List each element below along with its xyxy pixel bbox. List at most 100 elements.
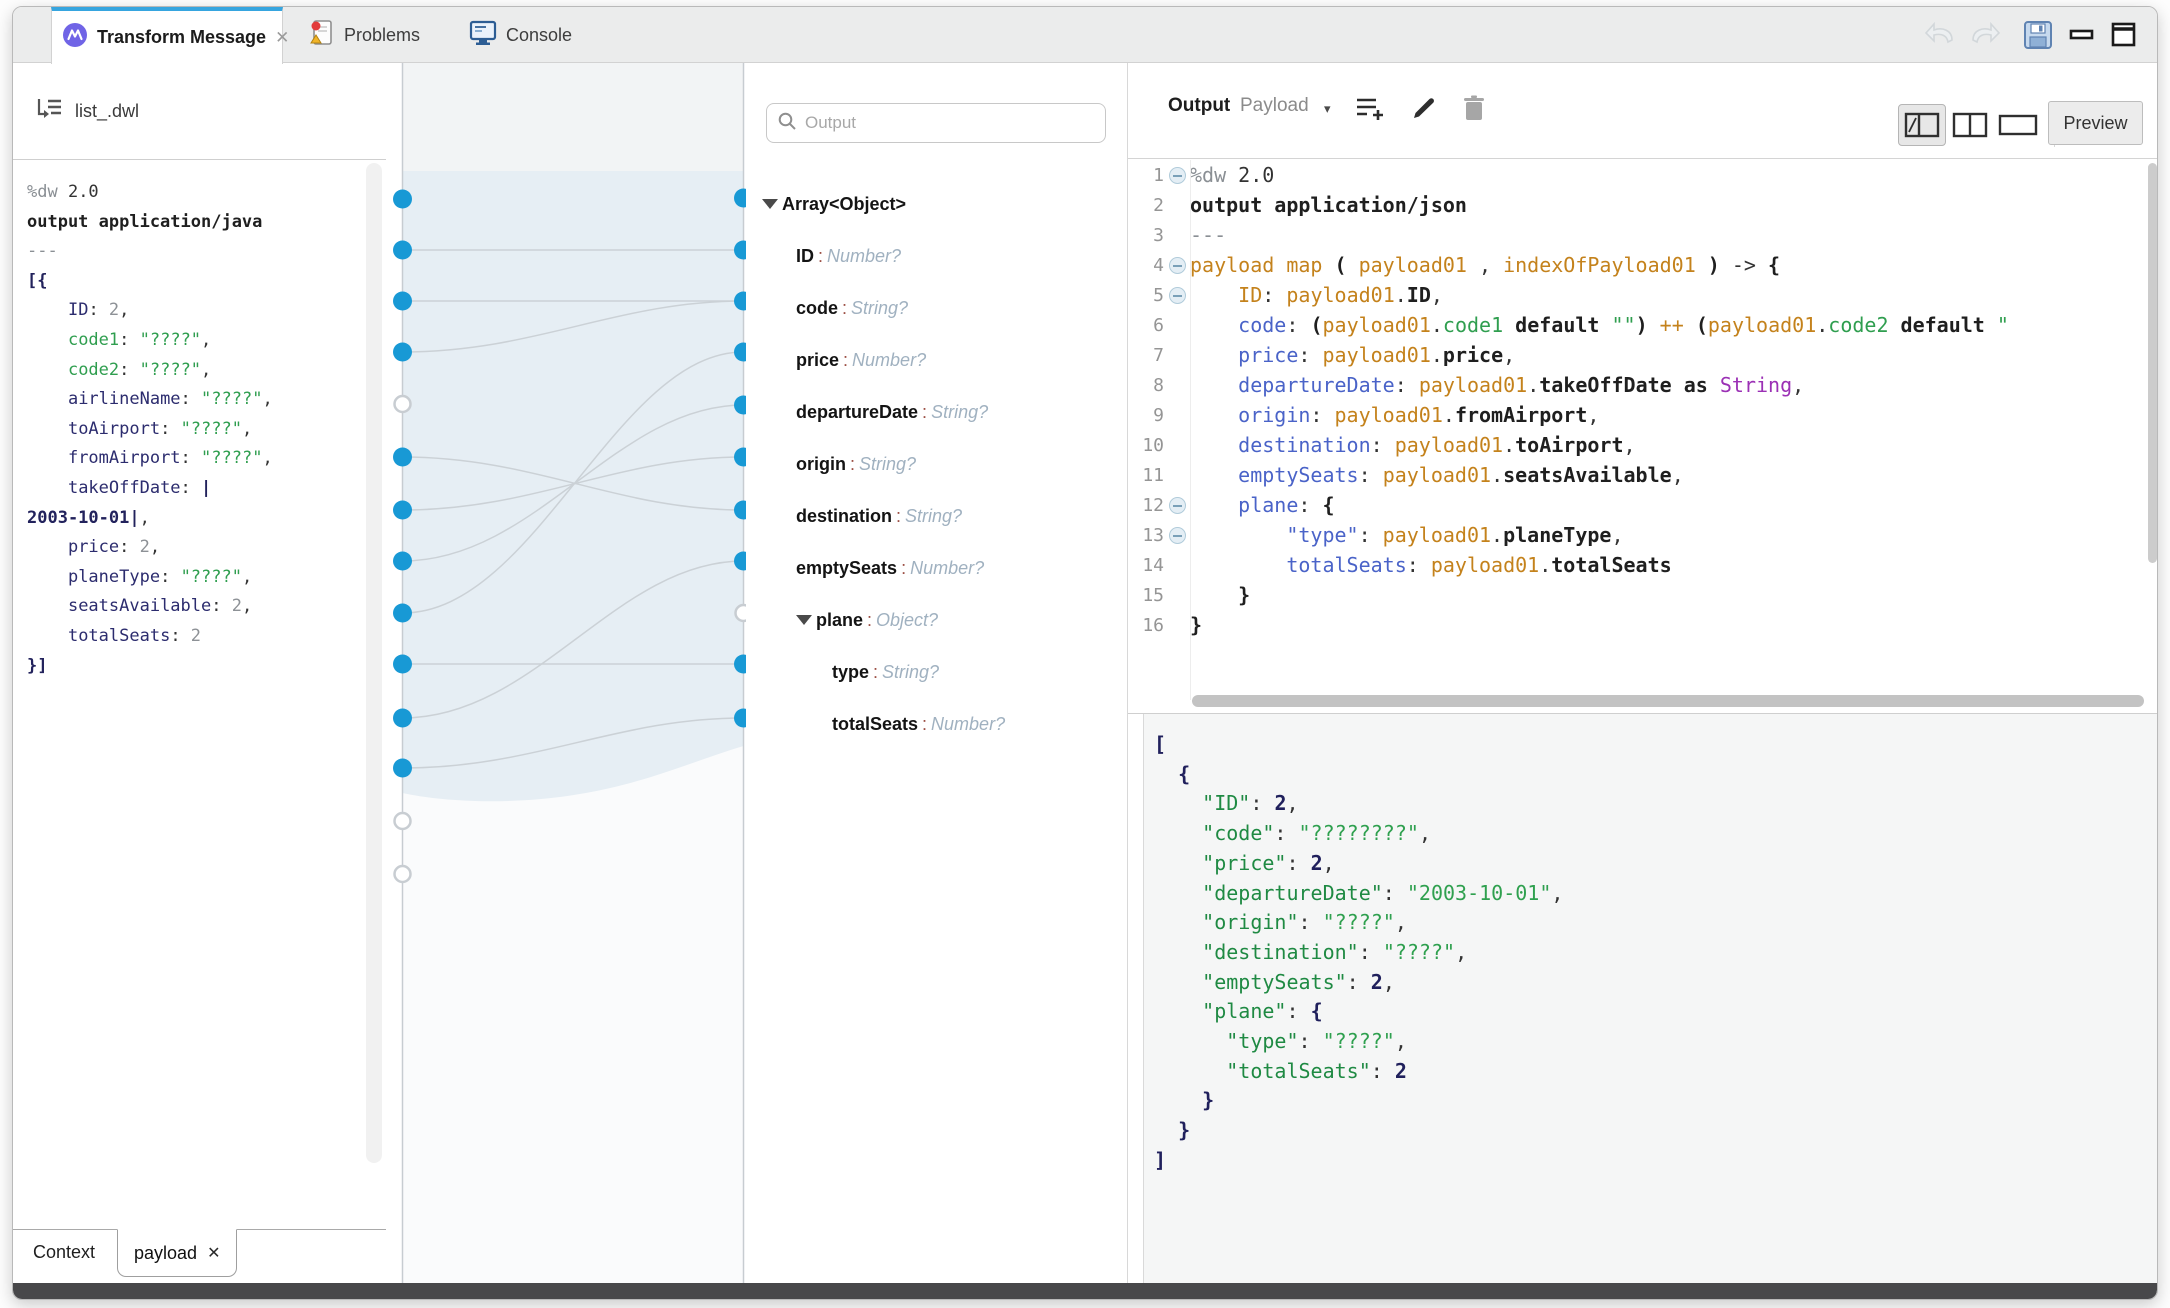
minimize-button[interactable]	[2069, 19, 2095, 51]
tab-context[interactable]: Context	[33, 1242, 95, 1263]
code-token: code2	[68, 360, 119, 380]
view-code-button[interactable]	[1994, 104, 2042, 146]
preview-json[interactable]: [ { "ID": 2, "code": "????????", "price"…	[1154, 730, 1563, 1176]
code-token	[27, 537, 68, 557]
expander-triangle-icon[interactable]	[762, 199, 778, 209]
code-token: :	[1299, 910, 1323, 934]
mapping-anchor[interactable]	[393, 292, 412, 311]
code-token: |	[201, 478, 211, 498]
mapping-anchor[interactable]	[393, 448, 412, 467]
fold-collapse-icon[interactable]	[1169, 527, 1186, 544]
code-token: airlineName	[68, 389, 181, 409]
line-number: 4	[1128, 255, 1164, 276]
output-search-box[interactable]	[766, 103, 1106, 143]
maximize-button[interactable]	[2111, 19, 2137, 51]
line-number: 5	[1128, 285, 1164, 306]
tree-row[interactable]: departureDate:String?	[796, 397, 988, 427]
mapping-anchor-empty[interactable]	[395, 866, 411, 882]
expander-triangle-icon[interactable]	[796, 615, 812, 625]
save-icon[interactable]	[2023, 19, 2053, 51]
code-text: plane: {	[1190, 493, 1335, 517]
mapping-anchor[interactable]	[393, 709, 412, 728]
code-token: :	[1262, 283, 1286, 307]
mapping-anchor[interactable]	[393, 655, 412, 674]
fold-collapse-icon[interactable]	[1169, 167, 1186, 184]
tree-row[interactable]: totalSeats:Number?	[832, 709, 1005, 739]
code-token: departureDate	[1238, 373, 1395, 397]
edit-pencil-icon[interactable]	[1406, 91, 1442, 125]
mapping-anchor[interactable]	[393, 190, 412, 209]
dw-code-line: 16}	[1128, 610, 2158, 640]
tree-row[interactable]: Array<Object>	[762, 189, 906, 219]
tree-row[interactable]: code:String?	[796, 293, 908, 323]
code-token: 2	[1311, 851, 1323, 875]
mapping-links-svg	[386, 63, 746, 1285]
colon: :	[918, 402, 931, 423]
tree-row[interactable]: ID:Number?	[796, 241, 901, 271]
add-transformation-button[interactable]	[1352, 91, 1388, 125]
code-token: {	[1322, 493, 1334, 517]
tab-problems[interactable]: Problems	[301, 7, 428, 63]
mapping-anchor[interactable]	[393, 343, 412, 362]
code-token: (	[1696, 313, 1708, 337]
code-token: }	[1190, 613, 1202, 637]
code-token	[1190, 493, 1238, 517]
code-horizontal-scrollbar[interactable]	[1192, 695, 2144, 707]
tree-row[interactable]: emptySeats:Number?	[796, 553, 984, 583]
input-code-editor[interactable]: %dw 2.0output application/java---[{ ID: …	[13, 160, 386, 681]
view-mapping-button[interactable]	[1898, 104, 1946, 146]
code-token: payload01	[1322, 343, 1430, 367]
code-token: plane	[1238, 493, 1298, 517]
tree-row[interactable]: destination:String?	[796, 501, 962, 531]
close-icon[interactable]: ✕	[275, 29, 289, 46]
undo-button[interactable]	[1923, 19, 1957, 51]
code-token: payload01	[1395, 433, 1503, 457]
code-text: "type": payload01.planeType,	[1190, 523, 1624, 547]
dataweave-code-editor[interactable]: 1%dw 2.02output application/json3---4pay…	[1128, 160, 2158, 713]
tree-row[interactable]: type:String?	[832, 657, 939, 687]
dw-code-line: 5 ID: payload01.ID,	[1128, 280, 2158, 310]
code-token: price	[1443, 343, 1503, 367]
fold-collapse-icon[interactable]	[1169, 287, 1186, 304]
code-token: ,	[1323, 851, 1335, 875]
mapping-canvas[interactable]	[386, 63, 746, 1285]
payload-selector[interactable]: Payload	[1240, 95, 1309, 117]
mapping-anchor-empty[interactable]	[395, 396, 411, 412]
search-input[interactable]	[805, 113, 1065, 133]
mapping-anchor[interactable]	[393, 501, 412, 520]
tree-row[interactable]: plane:Object?	[796, 605, 938, 635]
view-split-button[interactable]	[1946, 104, 1994, 146]
tab-transform-message[interactable]: Transform Message ✕	[51, 7, 283, 64]
code-token: ,	[1455, 940, 1467, 964]
code-token	[1154, 1059, 1226, 1083]
close-icon[interactable]: ✕	[207, 1243, 220, 1263]
input-editor-scrollbar[interactable]	[366, 163, 382, 1163]
line-number: 1	[1128, 165, 1164, 186]
code-vertical-scrollbar[interactable]	[2148, 163, 2157, 563]
mapping-anchor-empty[interactable]	[395, 813, 411, 829]
gutter-divider	[1190, 160, 1191, 700]
redo-button[interactable]	[1968, 19, 2002, 51]
colon: :	[814, 246, 827, 267]
code-token: :	[1250, 791, 1274, 815]
tab-label: Transform Message	[97, 27, 266, 48]
preview-button[interactable]: Preview	[2048, 101, 2143, 145]
tree-row[interactable]: origin:String?	[796, 449, 916, 479]
fold-collapse-icon[interactable]	[1169, 257, 1186, 274]
mapping-anchor[interactable]	[393, 759, 412, 778]
code-token: 2003-10-01|	[27, 508, 140, 528]
mapping-anchor[interactable]	[393, 241, 412, 260]
delete-trash-icon[interactable]	[1456, 91, 1492, 125]
tab-payload[interactable]: payload ✕	[117, 1229, 237, 1277]
code-token: ,	[1587, 403, 1599, 427]
fold-collapse-icon[interactable]	[1169, 497, 1186, 514]
mapping-anchor[interactable]	[393, 552, 412, 571]
mapping-anchor-empty[interactable]	[736, 605, 747, 621]
tab-console[interactable]: Console	[461, 7, 580, 63]
tree-row[interactable]: price:Number?	[796, 345, 926, 375]
code-token: 2	[1274, 791, 1286, 815]
chevron-down-icon[interactable]: ▾	[1324, 101, 1331, 117]
output-tree-panel: Array<Object> ID:Number? code:String? price…	[746, 63, 1128, 1285]
code-token: :	[119, 360, 139, 380]
mapping-anchor[interactable]	[393, 604, 412, 623]
